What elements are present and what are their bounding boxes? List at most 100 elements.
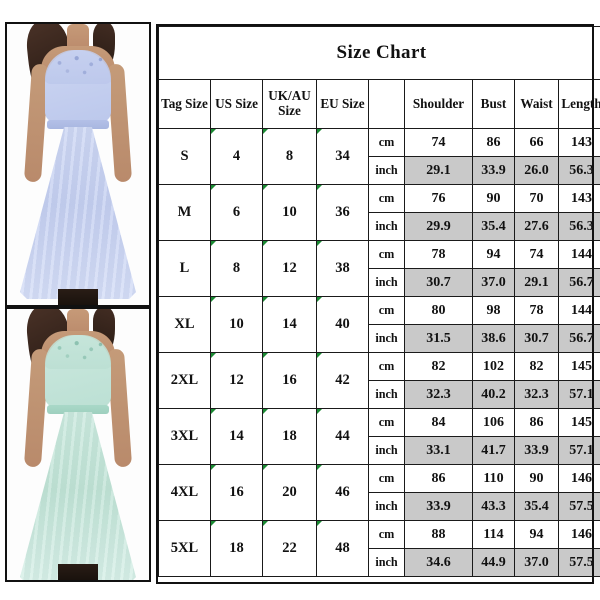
cell-unit-inch: inch	[368, 436, 405, 465]
title-row: Size Chart	[157, 26, 600, 80]
cell-unit-inch: inch	[368, 268, 405, 297]
cell-unit-cm: cm	[368, 240, 405, 269]
table-row: 5XL 18 22 48 cm 88 114 94 146	[158, 520, 600, 577]
cell-length-inch: 56.3	[557, 212, 600, 241]
cell-uk-au-size: 18	[262, 408, 317, 465]
cell-bust-inch: 40.2	[472, 380, 515, 409]
cell-shoulder-cm: 80	[404, 296, 473, 325]
cell-bust-inch: 44.9	[472, 548, 515, 577]
size-chart-table: Size Chart Tag Size US Size UK/AU Size EU Si…	[157, 26, 600, 577]
cell-shoulder-inch: 29.1	[404, 156, 473, 185]
page-title: Size Chart	[157, 26, 600, 80]
cell-length-inch: 57.5	[557, 492, 600, 521]
header-tag-size: Tag Size	[158, 79, 211, 129]
cell-unit-inch: inch	[368, 380, 405, 409]
cell-shoulder-cm: 86	[404, 464, 473, 493]
cell-eu-size: 34	[316, 128, 369, 185]
cell-length-inch: 57.1	[557, 380, 600, 409]
header-eu-size: EU Size	[316, 79, 369, 129]
cell-waist-inch: 33.9	[514, 436, 559, 465]
cell-tag-size: L	[158, 240, 211, 297]
cell-waist-cm: 74	[514, 240, 559, 269]
cell-bust-cm: 94	[472, 240, 515, 269]
cell-us-size: 6	[210, 184, 263, 241]
table-row: 2XL 12 16 42 cm 82 102 82 145	[158, 352, 600, 409]
header-waist: Waist	[514, 79, 559, 129]
cell-us-size: 14	[210, 408, 263, 465]
table-row: 3XL 14 18 44 cm 84 106 86 145	[158, 408, 600, 465]
cell-uk-au-size: 8	[262, 128, 317, 185]
cell-unit-inch: inch	[368, 548, 405, 577]
cell-eu-size: 36	[316, 184, 369, 241]
cell-unit-cm: cm	[368, 352, 405, 381]
cell-shoulder-cm: 88	[404, 520, 473, 549]
header-bust: Bust	[472, 79, 515, 129]
cell-shoulder-inch: 29.9	[404, 212, 473, 241]
cell-bust-inch: 41.7	[472, 436, 515, 465]
cell-waist-inch: 26.0	[514, 156, 559, 185]
cell-shoulder-inch: 30.7	[404, 268, 473, 297]
product-photo-blue	[5, 22, 151, 307]
legs	[58, 564, 98, 580]
cell-bust-cm: 102	[472, 352, 515, 381]
cell-us-size: 8	[210, 240, 263, 297]
cell-us-size: 16	[210, 464, 263, 521]
cell-bust-cm: 110	[472, 464, 515, 493]
cell-uk-au-size: 22	[262, 520, 317, 577]
product-photo-column	[0, 0, 155, 600]
cell-waist-cm: 78	[514, 296, 559, 325]
cell-bust-inch: 38.6	[472, 324, 515, 353]
table-row: L 8 12 38 cm 78 94 74 144	[158, 240, 600, 297]
cell-shoulder-cm: 74	[404, 128, 473, 157]
cell-bust-inch: 35.4	[472, 212, 515, 241]
product-photo-mint	[5, 307, 151, 582]
cell-us-size: 18	[210, 520, 263, 577]
cell-shoulder-cm: 84	[404, 408, 473, 437]
cell-us-size: 10	[210, 296, 263, 353]
cell-waist-inch: 27.6	[514, 212, 559, 241]
cell-shoulder-inch: 31.5	[404, 324, 473, 353]
cell-waist-cm: 66	[514, 128, 559, 157]
cell-waist-inch: 35.4	[514, 492, 559, 521]
model-figure-mint	[7, 309, 149, 580]
cell-length-cm: 143	[557, 184, 600, 213]
cell-unit-cm: cm	[368, 296, 405, 325]
cell-us-size: 12	[210, 352, 263, 409]
cell-uk-au-size: 14	[262, 296, 317, 353]
cell-uk-au-size: 20	[262, 464, 317, 521]
cell-tag-size: 5XL	[158, 520, 211, 577]
cell-unit-cm: cm	[368, 464, 405, 493]
cell-unit-inch: inch	[368, 156, 405, 185]
cell-shoulder-cm: 78	[404, 240, 473, 269]
cell-length-cm: 146	[557, 520, 600, 549]
cell-uk-au-size: 16	[262, 352, 317, 409]
cell-shoulder-cm: 76	[404, 184, 473, 213]
column-header-row: Tag Size US Size UK/AU Size EU Size Shoulder…	[158, 79, 600, 129]
cell-waist-cm: 70	[514, 184, 559, 213]
table-row: S 4 8 34 cm 74 86 66 143	[158, 128, 600, 185]
cell-length-cm: 144	[557, 240, 600, 269]
cell-bust-inch: 37.0	[472, 268, 515, 297]
cell-bust-cm: 114	[472, 520, 515, 549]
header-shoulder: Shoulder	[404, 79, 473, 129]
cell-bust-cm: 86	[472, 128, 515, 157]
cell-tag-size: XL	[158, 296, 211, 353]
cell-bust-cm: 106	[472, 408, 515, 437]
cell-length-cm: 144	[557, 296, 600, 325]
cell-bust-cm: 90	[472, 184, 515, 213]
cell-length-inch: 56.3	[557, 156, 600, 185]
cell-eu-size: 44	[316, 408, 369, 465]
table-row: XL 10 14 40 cm 80 98 78 144	[158, 296, 600, 353]
header-us-size: US Size	[210, 79, 263, 129]
cell-waist-cm: 94	[514, 520, 559, 549]
cell-tag-size: S	[158, 128, 211, 185]
cell-length-cm: 146	[557, 464, 600, 493]
cell-shoulder-inch: 34.6	[404, 548, 473, 577]
cell-unit-cm: cm	[368, 184, 405, 213]
cell-eu-size: 40	[316, 296, 369, 353]
cell-unit-inch: inch	[368, 324, 405, 353]
header-length: Length	[557, 79, 600, 129]
cell-eu-size: 38	[316, 240, 369, 297]
cell-shoulder-cm: 82	[404, 352, 473, 381]
table-row: 4XL 16 20 46 cm 86 110 90 146	[158, 464, 600, 521]
